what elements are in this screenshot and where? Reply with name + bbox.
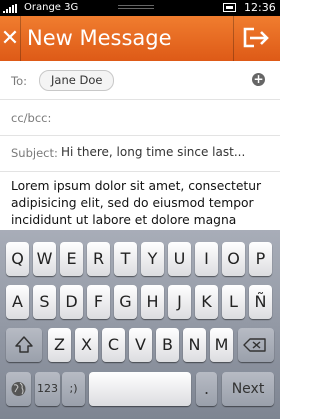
globe-icon bbox=[11, 382, 26, 396]
add-recipient-icon[interactable]: + bbox=[252, 73, 265, 86]
key-b[interactable]: B bbox=[156, 328, 179, 362]
symbols-key[interactable]: ;) bbox=[62, 372, 85, 406]
close-button[interactable]: ✕ bbox=[0, 16, 20, 61]
key-t[interactable]: T bbox=[114, 242, 137, 276]
key-m[interactable]: M bbox=[210, 328, 233, 362]
close-icon: ✕ bbox=[0, 26, 20, 51]
key-g[interactable]: G bbox=[114, 285, 137, 319]
carrier-label: Orange 3G bbox=[24, 2, 79, 13]
key-s[interactable]: S bbox=[33, 285, 56, 319]
on-screen-keyboard: Q W E R T Y U I O P A S D F G H J K L Ñ … bbox=[0, 230, 280, 419]
cc-bcc-label: cc/bcc: bbox=[11, 111, 52, 125]
key-y[interactable]: Y bbox=[141, 242, 164, 276]
key-a[interactable]: A bbox=[6, 285, 29, 319]
period-key[interactable]: . bbox=[196, 372, 217, 406]
key-e[interactable]: E bbox=[60, 242, 83, 276]
key-c[interactable]: C bbox=[102, 328, 125, 362]
header-bar: ✕ New Message bbox=[0, 16, 280, 61]
key-v[interactable]: V bbox=[129, 328, 152, 362]
to-label: To: bbox=[11, 74, 27, 88]
space-bar[interactable] bbox=[89, 372, 191, 406]
key-j[interactable]: J bbox=[168, 285, 191, 319]
key-k[interactable]: K bbox=[195, 285, 218, 319]
shift-arrow-icon bbox=[15, 336, 33, 353]
clock: 12:36 bbox=[244, 1, 276, 14]
send-button[interactable] bbox=[236, 16, 280, 61]
backspace-key[interactable] bbox=[238, 328, 274, 362]
numbers-key[interactable]: 123 bbox=[35, 372, 60, 406]
key-i[interactable]: I bbox=[195, 242, 218, 276]
key-u[interactable]: U bbox=[168, 242, 191, 276]
send-icon bbox=[243, 27, 269, 48]
key-x[interactable]: X bbox=[75, 328, 98, 362]
to-field-row: To: Jane Doe + bbox=[0, 61, 280, 100]
key-q[interactable]: Q bbox=[6, 242, 29, 276]
message-body[interactable]: Lorem ipsum dolor sit amet, consectetur … bbox=[11, 178, 273, 230]
key-n-tilde[interactable]: Ñ bbox=[249, 285, 272, 319]
key-n[interactable]: N bbox=[183, 328, 206, 362]
key-o[interactable]: O bbox=[222, 242, 245, 276]
subject-value: Hi there, long time since last... bbox=[61, 145, 246, 159]
next-key[interactable]: Next bbox=[222, 372, 274, 406]
battery-icon bbox=[223, 3, 236, 12]
subject-field[interactable]: Subject: Hi there, long time since last.… bbox=[0, 136, 280, 172]
cc-bcc-field[interactable]: cc/bcc: bbox=[0, 100, 280, 136]
shift-key[interactable] bbox=[6, 328, 42, 362]
header-divider-right bbox=[233, 16, 234, 61]
signal-strength-icon bbox=[3, 4, 21, 13]
key-d[interactable]: D bbox=[60, 285, 83, 319]
page-title: New Message bbox=[27, 26, 172, 50]
subject-label: Subject: bbox=[11, 146, 58, 160]
key-z[interactable]: Z bbox=[48, 328, 71, 362]
language-key[interactable] bbox=[6, 372, 31, 406]
header-divider bbox=[20, 16, 21, 61]
key-p[interactable]: P bbox=[249, 242, 272, 276]
pull-down-handle-icon[interactable] bbox=[118, 5, 154, 11]
status-bar: Orange 3G 12:36 bbox=[0, 0, 280, 16]
key-r[interactable]: R bbox=[87, 242, 110, 276]
key-w[interactable]: W bbox=[33, 242, 56, 276]
key-l[interactable]: L bbox=[222, 285, 245, 319]
key-h[interactable]: H bbox=[141, 285, 164, 319]
recipient-chip[interactable]: Jane Doe bbox=[39, 70, 115, 91]
key-f[interactable]: F bbox=[87, 285, 110, 319]
backspace-icon bbox=[243, 338, 266, 352]
